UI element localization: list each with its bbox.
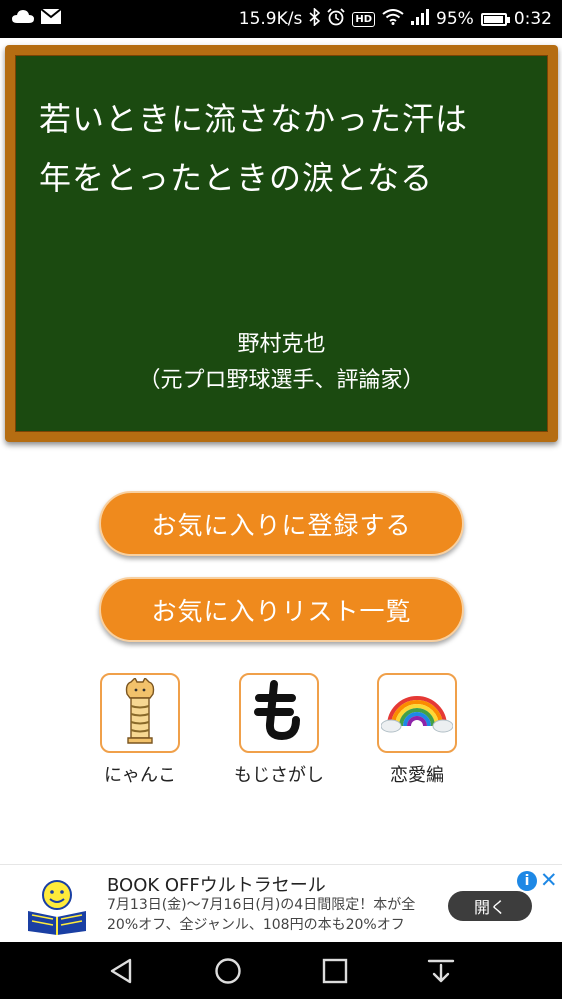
category-mojisagashi[interactable]: もじさがし xyxy=(229,673,329,787)
add-favorite-button[interactable]: お気に入りに登録する xyxy=(99,491,464,556)
mo-character-icon xyxy=(252,680,306,746)
status-bar: 15.9K/s HD 95% 0:32 xyxy=(0,0,562,38)
status-left xyxy=(12,8,62,29)
quote-board: 若いときに流さなかった汗は 年をとったときの涙となる 野村克也 （元プロ野球選手… xyxy=(5,45,558,442)
category-nyanko-tile[interactable] xyxy=(100,673,180,753)
category-renai-label: 恋愛編 xyxy=(390,765,444,786)
alarm-icon xyxy=(327,7,345,31)
ad-desc-line-2: 20%オフ、全ジャンル、108円の本も20%オフ xyxy=(107,917,405,933)
bookoff-logo-icon xyxy=(22,877,92,935)
cat-tower-icon xyxy=(117,676,163,748)
category-nyanko-label: にゃんこ xyxy=(104,765,176,786)
cloud-icon xyxy=(12,9,34,29)
ad-title: BOOK OFFウルトラセール xyxy=(107,875,326,896)
ad-desc-line-1: 7月13日(金)〜7月16日(月)の4日間限定！本が全 xyxy=(107,897,416,913)
bluetooth-icon xyxy=(309,6,321,31)
battery-percent: 95% xyxy=(436,9,474,29)
author-name: 野村克也 xyxy=(237,332,326,357)
mail-icon xyxy=(40,8,62,29)
ad-info-icon[interactable]: i xyxy=(517,871,537,891)
chalkboard: 若いときに流さなかった汗は 年をとったときの涙となる 野村克也 （元プロ野球選手… xyxy=(15,55,548,432)
network-speed: 15.9K/s xyxy=(238,9,303,29)
notification-pull-icon[interactable] xyxy=(426,956,456,986)
quote-line-1: 若いときに流さなかった汗は xyxy=(39,100,469,138)
rainbow-icon xyxy=(380,688,454,738)
category-nyanko[interactable]: にゃんこ xyxy=(90,673,190,787)
quote-line-2: 年をとったときの涙となる xyxy=(39,159,434,197)
category-mojisagashi-tile[interactable] xyxy=(239,673,319,753)
ad-banner[interactable]: BOOK OFFウルトラセール 7月13日(金)〜7月16日(月)の4日間限定！… xyxy=(0,864,562,942)
navigation-bar xyxy=(0,942,562,999)
ad-close-icon[interactable]: ✕ xyxy=(540,868,558,892)
author-title: （元プロ野球選手、評論家） xyxy=(138,368,425,393)
home-icon[interactable] xyxy=(213,956,243,986)
favorite-list-button[interactable]: お気に入りリスト一覧 xyxy=(99,577,464,642)
ad-description: 7月13日(金)〜7月16日(月)の4日間限定！本が全 20%オフ、全ジャンル、… xyxy=(107,895,415,935)
clock: 0:32 xyxy=(513,9,552,29)
ad-open-button[interactable]: 開く xyxy=(448,891,532,921)
battery-icon xyxy=(480,12,510,26)
category-renai[interactable]: 恋愛編 xyxy=(367,673,467,787)
hd-badge: HD xyxy=(352,11,376,27)
signal-icon xyxy=(411,8,430,30)
status-right: 15.9K/s HD 95% 0:32 xyxy=(238,6,552,31)
wifi-icon xyxy=(382,8,404,30)
battery-fill xyxy=(483,15,503,23)
category-mojisagashi-label: もじさがし xyxy=(234,765,324,786)
back-icon[interactable] xyxy=(106,956,136,986)
recents-icon[interactable] xyxy=(320,956,350,986)
category-renai-tile[interactable] xyxy=(377,673,457,753)
